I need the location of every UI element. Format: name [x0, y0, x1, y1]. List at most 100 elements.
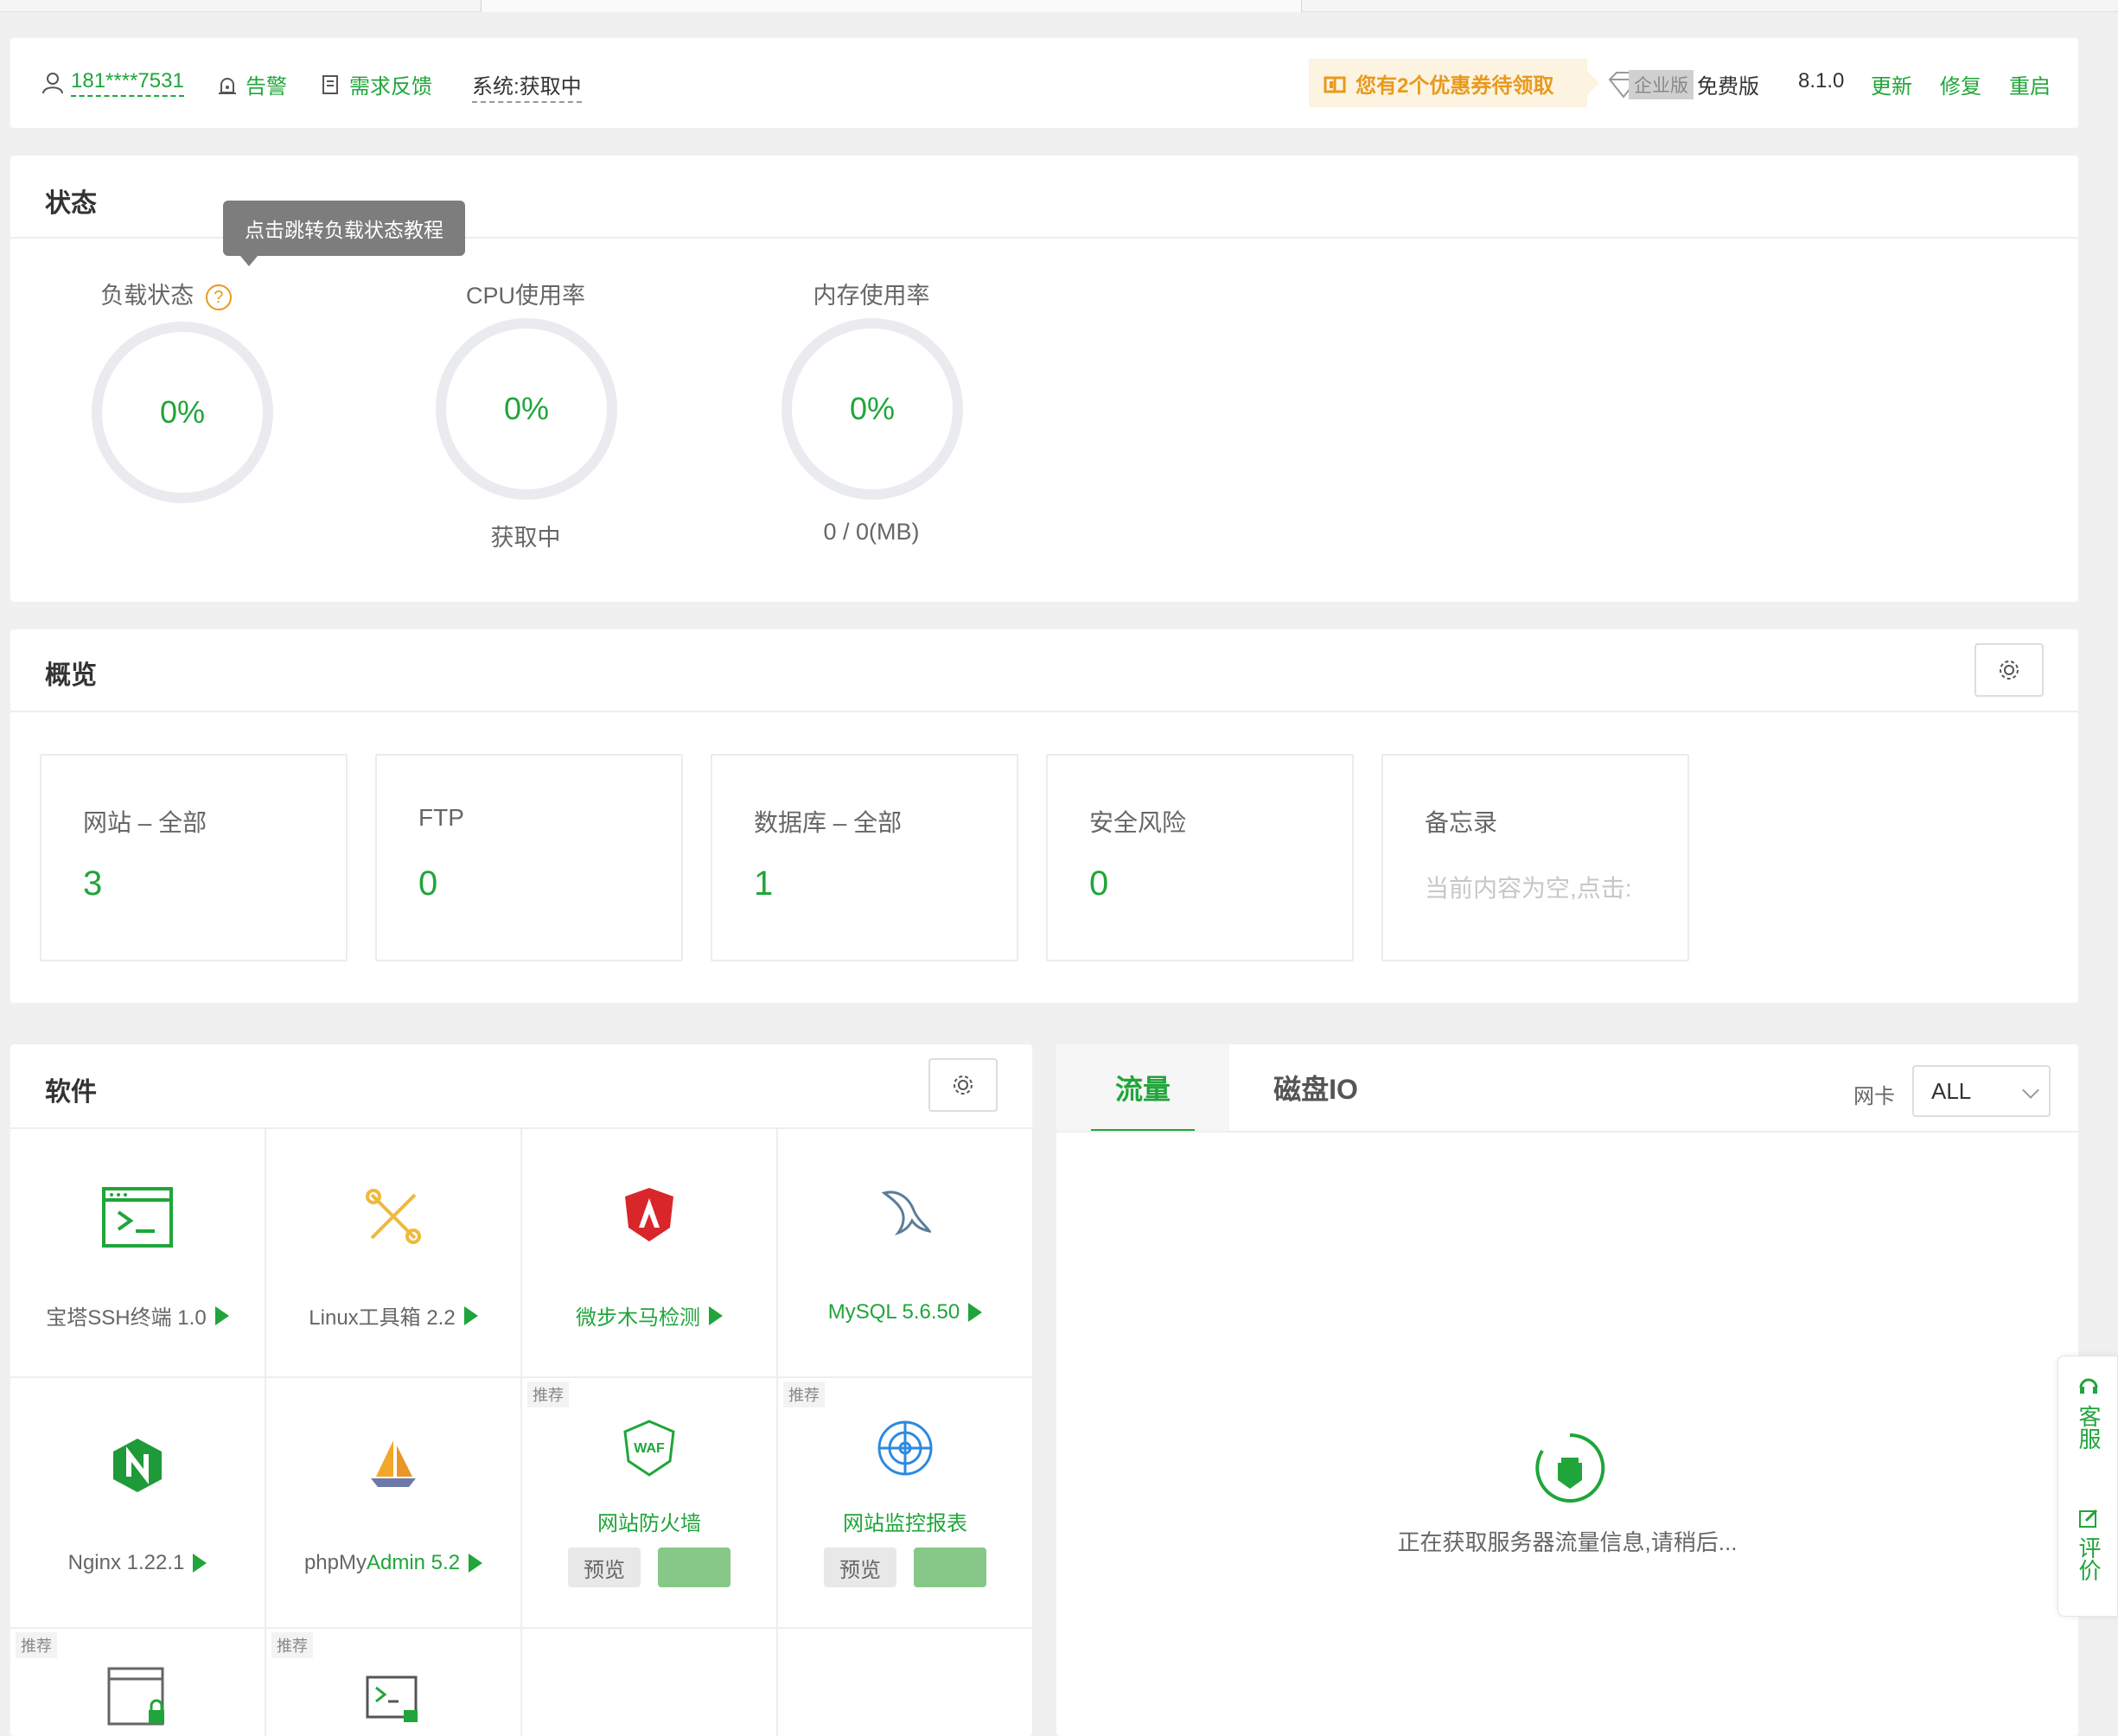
- mysql-dolphin-icon: [778, 1186, 1032, 1255]
- edit-icon: [2079, 1509, 2098, 1528]
- card-value[interactable]: 0: [418, 865, 437, 903]
- software-title: 软件: [45, 1078, 97, 1107]
- install-button[interactable]: [914, 1548, 986, 1587]
- card-websites[interactable]: 网站 – 全部 3: [40, 754, 348, 961]
- gauge-memory[interactable]: 0%: [781, 318, 963, 500]
- gauge-load[interactable]: 0%: [92, 322, 273, 503]
- svg-text:WAF: WAF: [634, 1441, 665, 1456]
- restart-link[interactable]: 重启: [2009, 69, 2051, 99]
- software-item-phpmyadmin[interactable]: phpMyAdmin 5.2: [266, 1378, 522, 1629]
- help-icon[interactable]: ?: [205, 284, 232, 310]
- overview-title: 概览: [45, 661, 97, 690]
- software-item-row3-2[interactable]: 推荐: [266, 1629, 522, 1736]
- edition-label: 免费版: [1697, 75, 1759, 99]
- status-title: 状态: [45, 189, 97, 218]
- software-item-mysql[interactable]: MySQL 5.6.50: [778, 1127, 1034, 1378]
- review-button[interactable]: 评价: [2058, 1507, 2118, 1581]
- nic-value: ALL: [1931, 1077, 1972, 1104]
- alert-label[interactable]: 告警: [246, 69, 287, 99]
- phpmyadmin-icon: [266, 1437, 520, 1506]
- alarm-icon: [219, 77, 236, 94]
- play-icon[interactable]: [193, 1554, 207, 1573]
- terminal-icon: [10, 1186, 265, 1255]
- card-label: FTP: [418, 804, 464, 831]
- feedback-link[interactable]: 需求反馈: [320, 69, 432, 99]
- software-label: MySQL 5.6.50: [827, 1300, 960, 1324]
- card-value[interactable]: 0: [1089, 865, 1108, 903]
- tools-icon: [266, 1186, 520, 1255]
- load-label-text: 负载状态: [100, 283, 195, 309]
- headset-icon: [2079, 1378, 2098, 1394]
- software-name: Linux工具箱 2.2: [266, 1300, 520, 1331]
- user-phone[interactable]: 181****7531: [71, 69, 184, 97]
- card-label: 数据库 – 全部: [754, 809, 903, 836]
- system-value: 获取中: [519, 75, 582, 99]
- gauge-label-memory: 内存使用率: [813, 283, 930, 309]
- software-item-monitor-report[interactable]: 推荐 网站监控报表 预览: [778, 1378, 1034, 1629]
- waf-icon: WAF: [522, 1420, 776, 1489]
- software-name: phpMyAdmin 5.2: [266, 1551, 520, 1575]
- user-account[interactable]: 181****7531: [41, 69, 184, 97]
- feedback-label[interactable]: 需求反馈: [349, 69, 432, 99]
- version-number: 8.1.0: [1798, 69, 1845, 93]
- browser-tab-strip: [0, 0, 2118, 12]
- software-label: Linux工具箱 2.2: [309, 1306, 456, 1330]
- edition-info: 企业版 免费版: [1606, 69, 1759, 99]
- gauge-label-load: 负载状态 ?: [54, 277, 278, 310]
- software-name: 网站防火墙: [597, 1512, 701, 1535]
- edit-doc-icon: [322, 74, 338, 94]
- card-security-risk[interactable]: 安全风险 0: [1046, 754, 1354, 961]
- system-label: 系统:: [472, 75, 520, 99]
- repair-link[interactable]: 修复: [1940, 69, 1981, 99]
- recommend-tag: 推荐: [16, 1632, 57, 1658]
- update-link[interactable]: 更新: [1871, 69, 1912, 99]
- coupon-banner[interactable]: 您有2个优惠券待领取: [1309, 59, 1599, 107]
- nic-select[interactable]: ALL: [1912, 1065, 2051, 1117]
- software-item-linux-toolbox[interactable]: Linux工具箱 2.2: [266, 1127, 522, 1378]
- software-item-row3-1[interactable]: 推荐: [10, 1629, 266, 1736]
- play-icon[interactable]: [469, 1554, 483, 1573]
- gauge-label-cpu: CPU使用率: [465, 283, 585, 309]
- recommend-tag: 推荐: [783, 1382, 825, 1407]
- nginx-icon: [10, 1437, 265, 1506]
- gauge-cpu[interactable]: 0%: [436, 318, 617, 500]
- gauge-sub-memory: 0 / 0(MB): [823, 519, 920, 545]
- traffic-panel: 流量 磁盘IO 网卡 ALL 正在获取服务器流量信息,请稍后...: [1056, 1044, 2078, 1736]
- card-ftp[interactable]: FTP 0: [375, 754, 683, 961]
- overview-settings-button[interactable]: [1974, 643, 2044, 697]
- play-icon[interactable]: [463, 1305, 478, 1325]
- alert-link[interactable]: 告警: [216, 69, 287, 99]
- card-databases[interactable]: 数据库 – 全部 1: [711, 754, 1018, 961]
- play-icon[interactable]: [968, 1303, 983, 1322]
- system-info[interactable]: 系统:获取中: [472, 69, 582, 103]
- software-name: Nginx 1.22.1: [10, 1551, 265, 1575]
- software-name: 宝塔SSH终端 1.0: [10, 1300, 265, 1331]
- floating-service-bar: 客服 评价: [2057, 1356, 2118, 1617]
- card-label: 安全风险: [1089, 809, 1187, 836]
- play-icon[interactable]: [709, 1305, 723, 1325]
- install-button[interactable]: [658, 1548, 730, 1587]
- tab-disk-io[interactable]: 磁盘IO: [1229, 1044, 1402, 1131]
- customer-service-button[interactable]: 客服: [2058, 1375, 2118, 1450]
- software-name: MySQL 5.6.50: [778, 1300, 1032, 1324]
- preview-button[interactable]: 预览: [824, 1548, 896, 1587]
- play-icon[interactable]: [214, 1305, 229, 1325]
- card-value[interactable]: 1: [754, 865, 773, 903]
- software-label-a: phpMy: [303, 1551, 367, 1574]
- gear-icon: [954, 1075, 973, 1095]
- software-item-ssh[interactable]: 宝塔SSH终端 1.0: [10, 1127, 266, 1378]
- system-status[interactable]: 系统:获取中: [472, 69, 582, 103]
- software-item-waf[interactable]: 推荐 WAF 网站防火墙 预览: [522, 1378, 778, 1629]
- preview-button[interactable]: 预览: [568, 1548, 641, 1587]
- card-memo[interactable]: 备忘录 当前内容为空,点击:: [1381, 754, 1689, 961]
- software-item-nginx[interactable]: Nginx 1.22.1: [10, 1378, 266, 1629]
- software-settings-button[interactable]: [928, 1058, 998, 1112]
- shield-icon: [522, 1186, 776, 1255]
- loading-text: 正在获取服务器流量信息,请稍后...: [1397, 1529, 1738, 1555]
- review-label: 评价: [2076, 1536, 2102, 1581]
- software-item-trojan-detect[interactable]: 微步木马检测: [522, 1127, 778, 1378]
- card-value[interactable]: 3: [83, 865, 102, 903]
- chevron-down-icon: [2022, 1082, 2039, 1099]
- tab-traffic[interactable]: 流量: [1056, 1044, 1229, 1131]
- memo-placeholder[interactable]: 当前内容为空,点击:: [1425, 870, 1649, 904]
